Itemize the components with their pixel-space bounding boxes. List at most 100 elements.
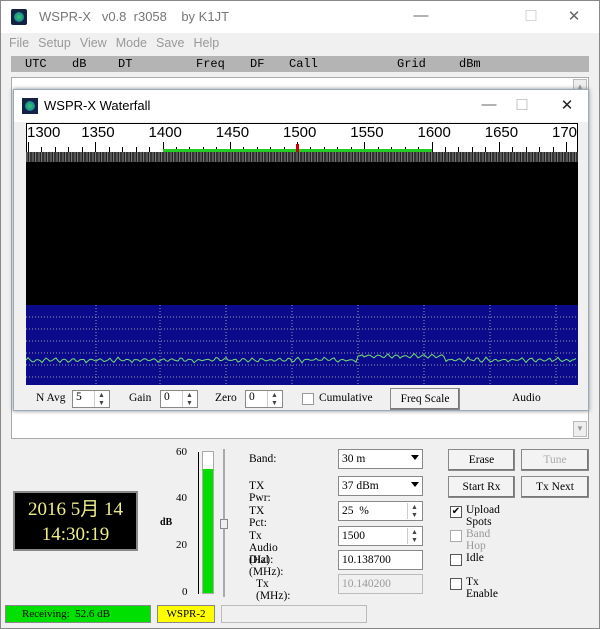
- spectrum-strip: [26, 152, 578, 162]
- meter-bar: [202, 451, 214, 594]
- zero-value: 0: [249, 391, 255, 403]
- dropdown-arrow-icon: [411, 482, 419, 487]
- spin-arrows-icon[interactable]: ▲ ▼: [182, 391, 196, 407]
- freq-label: 1550: [350, 124, 383, 141]
- waterfall-title-bar: WSPR-X Waterfall — ☐ ✕: [14, 90, 588, 122]
- cumulative-checkbox[interactable]: [302, 393, 314, 405]
- col-grid: Grid: [397, 57, 426, 71]
- window-title: WSPR-X v0.8 r3058 by K1JT: [39, 9, 229, 24]
- band-value: 30 m: [342, 453, 365, 465]
- close-button[interactable]: ✕: [559, 7, 589, 25]
- minimize-button[interactable]: —: [474, 96, 504, 113]
- txaudio-spinbox[interactable]: 1500 ▲ ▼: [338, 526, 423, 546]
- cumulative-label: Cumulative: [319, 392, 373, 404]
- col-db: dB: [72, 57, 86, 71]
- navg-value: 5: [76, 391, 82, 403]
- gain-spinbox[interactable]: 0 ▲ ▼: [160, 390, 198, 408]
- tx-freq-input: 10.140200: [338, 574, 423, 594]
- main-window: WSPR-X v0.8 r3058 by K1JT — ☐ ✕ File Setu…: [0, 0, 600, 629]
- band-hop-checkbox[interactable]: [450, 530, 462, 542]
- txpwr-value: 37 dBm: [342, 480, 379, 492]
- gain-slider-thumb[interactable]: [220, 519, 228, 529]
- menu-setup[interactable]: Setup: [38, 36, 71, 50]
- start-rx-button[interactable]: Start Rx: [448, 476, 515, 498]
- waterfall-window: WSPR-X Waterfall — ☐ ✕ 1300 1350 1400 1450 1…: [13, 89, 589, 411]
- status-message: [221, 605, 367, 623]
- col-call: Call: [289, 57, 318, 71]
- meter-tick-60: 60: [176, 446, 187, 458]
- clock-display: 2016 5月 14 14:30:19: [13, 491, 138, 551]
- status-mode: WSPR-2: [157, 605, 215, 623]
- waterfall-display[interactable]: [26, 152, 578, 385]
- freq-label: 1700: [552, 124, 578, 141]
- freq-label: 1300: [27, 124, 60, 141]
- menu-view[interactable]: View: [80, 36, 107, 50]
- maximize-button[interactable]: ☐: [516, 7, 546, 25]
- col-utc: UTC: [25, 57, 47, 71]
- spin-arrows-icon[interactable]: ▲ ▼: [267, 391, 281, 407]
- scroll-down-button[interactable]: ▼: [573, 421, 587, 437]
- spectrum-line: [26, 354, 576, 363]
- close-button[interactable]: ✕: [552, 96, 582, 114]
- tx-enable-checkbox[interactable]: [450, 578, 462, 590]
- txpwr-select[interactable]: 37 dBm: [338, 476, 423, 496]
- clock-date: 2016 5月 14: [15, 497, 136, 522]
- freq-label: 1650: [485, 124, 518, 141]
- col-dbm: dBm: [459, 57, 481, 71]
- navg-spinbox[interactable]: 5 ▲ ▼: [72, 390, 110, 408]
- idle-label: Idle: [466, 552, 484, 564]
- upload-spots-label: Upload Spots: [466, 504, 500, 528]
- menu-file[interactable]: File: [9, 36, 29, 50]
- frequency-scale[interactable]: 1300 1350 1400 1450 1500 1550 1600 1650 1700: [26, 123, 578, 153]
- txpwr-label: TX Pwr:: [249, 480, 271, 504]
- decode-column-header: UTC dB DT Freq DF Call Grid dBm: [11, 56, 589, 72]
- spectrum-graph: [26, 305, 578, 385]
- erase-button[interactable]: Erase: [448, 449, 515, 471]
- minimize-button[interactable]: —: [406, 7, 436, 24]
- freq-label: 1350: [81, 124, 114, 141]
- freq-scale-button[interactable]: Freq Scale: [390, 388, 460, 410]
- txpct-value: 25 %: [342, 505, 369, 517]
- upload-spots-checkbox[interactable]: ✔: [450, 506, 462, 518]
- signal-meter: 60 40 20 0 dB: [151, 441, 231, 601]
- meter-axis: [198, 452, 199, 594]
- spin-arrows-icon[interactable]: ▲ ▼: [407, 503, 421, 519]
- app-icon: [11, 9, 27, 25]
- freq-label: 1600: [418, 124, 451, 141]
- meter-fill: [203, 469, 213, 593]
- tx-next-button[interactable]: Tx Next: [521, 476, 589, 498]
- title-bar: WSPR-X v0.8 r3058 by K1JT — ☐ ✕: [1, 1, 599, 33]
- freq-label: 1450: [216, 124, 249, 141]
- zero-label: Zero: [215, 392, 237, 404]
- band-label: Band:: [249, 453, 276, 465]
- spin-arrows-icon[interactable]: ▲ ▼: [94, 391, 108, 407]
- col-df: DF: [250, 57, 264, 71]
- tune-button[interactable]: Tune: [521, 449, 589, 471]
- audio-label: Audio: [512, 392, 541, 404]
- dial-input[interactable]: 10.138700: [338, 550, 423, 570]
- col-dt: DT: [118, 57, 132, 71]
- menu-mode[interactable]: Mode: [116, 36, 147, 50]
- dropdown-arrow-icon: [411, 455, 419, 460]
- waterfall-title: WSPR-X Waterfall: [44, 98, 150, 113]
- meter-unit: dB: [160, 517, 172, 528]
- meter-tick-20: 20: [176, 539, 187, 551]
- spectrum-plot: [26, 305, 578, 385]
- zero-spinbox[interactable]: 0 ▲ ▼: [245, 390, 283, 408]
- navg-label: N Avg: [36, 392, 66, 404]
- menu-help[interactable]: Help: [193, 36, 219, 50]
- dial-label: Dial (MHz):: [249, 554, 283, 578]
- band-select[interactable]: 30 m: [338, 449, 423, 469]
- maximize-button[interactable]: ☐: [507, 96, 537, 114]
- status-receiving: Receiving: 52.6 dB: [5, 605, 151, 623]
- idle-checkbox[interactable]: [450, 554, 462, 566]
- meter-tick-40: 40: [176, 492, 187, 504]
- waterfall-controls: N Avg 5 ▲ ▼ Gain 0 ▲ ▼ Zero 0 ▲ ▼ Cumulative F…: [14, 387, 588, 411]
- app-icon: [22, 98, 38, 114]
- spin-arrows-icon[interactable]: ▲ ▼: [407, 528, 421, 544]
- col-freq: Freq: [196, 57, 225, 71]
- freq-label: 1500: [283, 124, 316, 141]
- menu-save[interactable]: Save: [156, 36, 185, 50]
- txpct-spinbox[interactable]: 25 % ▲ ▼: [338, 501, 423, 521]
- gain-value: 0: [164, 391, 170, 403]
